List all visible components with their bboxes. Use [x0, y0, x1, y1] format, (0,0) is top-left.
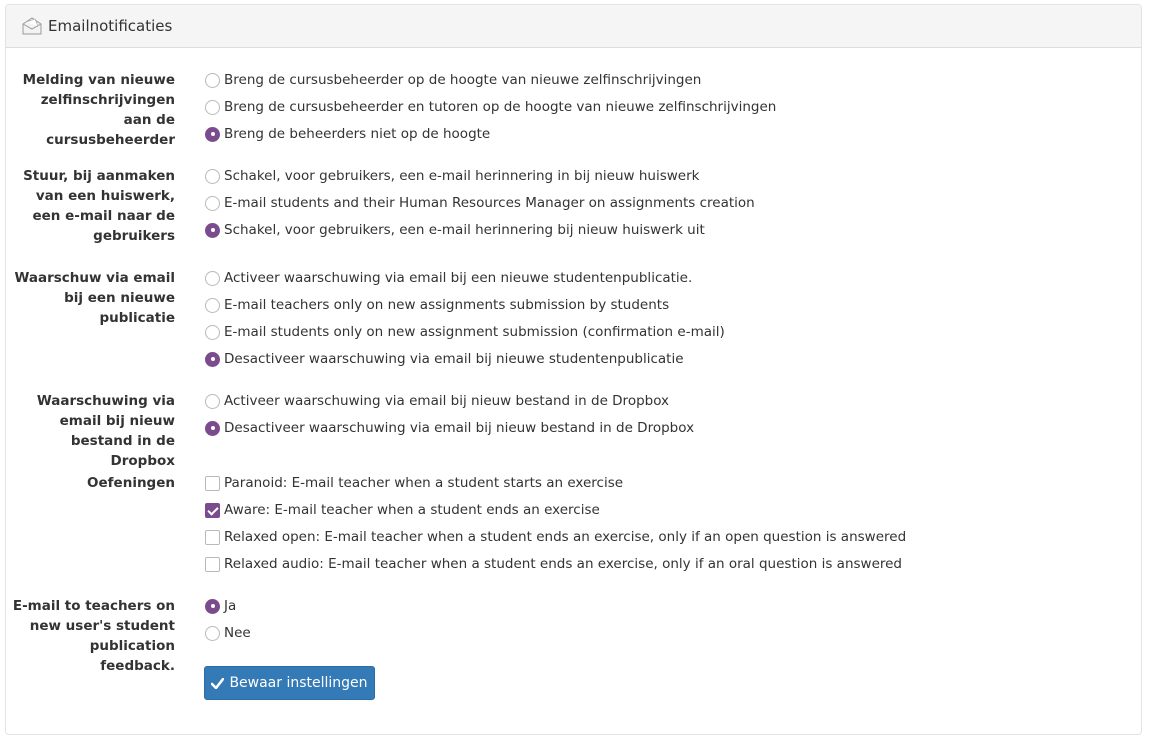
- option-label: Desactiveer waarschuwing via email bij n…: [224, 420, 695, 436]
- checkbox[interactable]: [205, 502, 220, 518]
- radio-button[interactable]: [205, 72, 220, 88]
- radio-option[interactable]: Nee: [205, 623, 251, 643]
- radio-button[interactable]: [205, 126, 220, 142]
- option-label: E-mail students and their Human Resource…: [224, 195, 755, 211]
- radio-option[interactable]: Schakel, voor gebruikers, een e-mail her…: [205, 166, 699, 186]
- radio-option[interactable]: Breng de cursusbeheerder en tutoren op d…: [205, 97, 776, 117]
- radio-button[interactable]: [205, 324, 220, 340]
- label-new-self-enrollments: Melding van nieuwe zelfinschrijvingen aa…: [22, 72, 175, 148]
- radio-option[interactable]: E-mail students only on new assignment s…: [205, 322, 725, 342]
- option-label: Aware: E-mail teacher when a student end…: [224, 502, 600, 518]
- option-label: Activeer waarschuwing via email bij nieu…: [224, 393, 670, 409]
- radio-option[interactable]: Ja: [205, 596, 236, 616]
- radio-option[interactable]: Activeer waarschuwing via email bij nieu…: [205, 391, 669, 411]
- radio-button[interactable]: [205, 168, 220, 184]
- option-label: Paranoid: E-mail teacher when a student …: [224, 475, 624, 491]
- option-label: Activeer waarschuwing via email bij een …: [224, 270, 693, 286]
- radio-button[interactable]: [205, 297, 220, 313]
- checkbox-option[interactable]: Relaxed audio: E-mail teacher when a stu…: [205, 554, 902, 574]
- option-label: E-mail students only on new assignment s…: [224, 324, 725, 340]
- checkbox-option[interactable]: Paranoid: E-mail teacher when a student …: [205, 473, 623, 493]
- label-dropbox: Waarschuwing via email bij nieuw bestand…: [36, 393, 175, 469]
- panel-title: Emailnotificaties: [48, 17, 173, 35]
- radio-button[interactable]: [205, 625, 220, 641]
- option-label: Breng de cursusbeheerder en tutoren op d…: [224, 99, 777, 115]
- checkbox[interactable]: [205, 475, 220, 491]
- label-teacher-feedback: E-mail to teachers on new user's student…: [12, 598, 175, 674]
- check-icon: [211, 677, 225, 689]
- save-button-label: Bewaar instellingen: [229, 675, 368, 691]
- option-label: Relaxed audio: E-mail teacher when a stu…: [224, 556, 903, 572]
- radio-option[interactable]: Breng de beheerders niet op de hoogte: [205, 124, 490, 144]
- checkbox[interactable]: [205, 529, 220, 545]
- radio-option[interactable]: Breng de cursusbeheerder op de hoogte va…: [205, 70, 701, 90]
- radio-option[interactable]: Desactiveer waarschuwing via email bij n…: [205, 349, 684, 369]
- radio-button[interactable]: [205, 99, 220, 115]
- radio-button[interactable]: [205, 420, 220, 436]
- option-label: E-mail teachers only on new assignments …: [224, 297, 670, 313]
- radio-button[interactable]: [205, 222, 220, 238]
- option-label: Ja: [224, 598, 237, 614]
- option-label: Relaxed open: E-mail teacher when a stud…: [224, 529, 907, 545]
- option-label: Schakel, voor gebruikers, een e-mail her…: [224, 168, 700, 184]
- label-exercises: Oefeningen: [87, 475, 175, 491]
- option-label: Schakel, voor gebruikers, een e-mail her…: [224, 222, 705, 238]
- option-label: Breng de beheerders niet op de hoogte: [224, 126, 491, 142]
- radio-button[interactable]: [205, 598, 220, 614]
- checkbox[interactable]: [205, 556, 220, 572]
- option-label: Desactiveer waarschuwing via email bij n…: [224, 351, 684, 367]
- radio-button[interactable]: [205, 195, 220, 211]
- radio-option[interactable]: Activeer waarschuwing via email bij een …: [205, 268, 692, 288]
- envelope-icon: [21, 16, 43, 36]
- radio-button[interactable]: [205, 351, 220, 367]
- radio-button[interactable]: [205, 270, 220, 286]
- checkbox-option[interactable]: Relaxed open: E-mail teacher when a stud…: [205, 527, 906, 547]
- panel-heading: Emailnotificaties: [6, 5, 1141, 48]
- option-label: Breng de cursusbeheerder op de hoogte va…: [224, 72, 702, 88]
- radio-option[interactable]: E-mail students and their Human Resource…: [205, 193, 755, 213]
- checkbox-option[interactable]: Aware: E-mail teacher when a student end…: [205, 500, 600, 520]
- label-assignment-creation: Stuur, bij aanmaken van een huiswerk, ee…: [23, 168, 175, 244]
- radio-option[interactable]: Desactiveer waarschuwing via email bij n…: [205, 418, 694, 438]
- option-label: Nee: [224, 625, 251, 641]
- radio-option[interactable]: Schakel, voor gebruikers, een e-mail her…: [205, 220, 705, 240]
- radio-option[interactable]: E-mail teachers only on new assignments …: [205, 295, 669, 315]
- label-new-publication: Waarschuw via email bij een nieuwe publi…: [14, 270, 175, 326]
- save-settings-button[interactable]: Bewaar instellingen: [204, 666, 375, 700]
- radio-button[interactable]: [205, 393, 220, 409]
